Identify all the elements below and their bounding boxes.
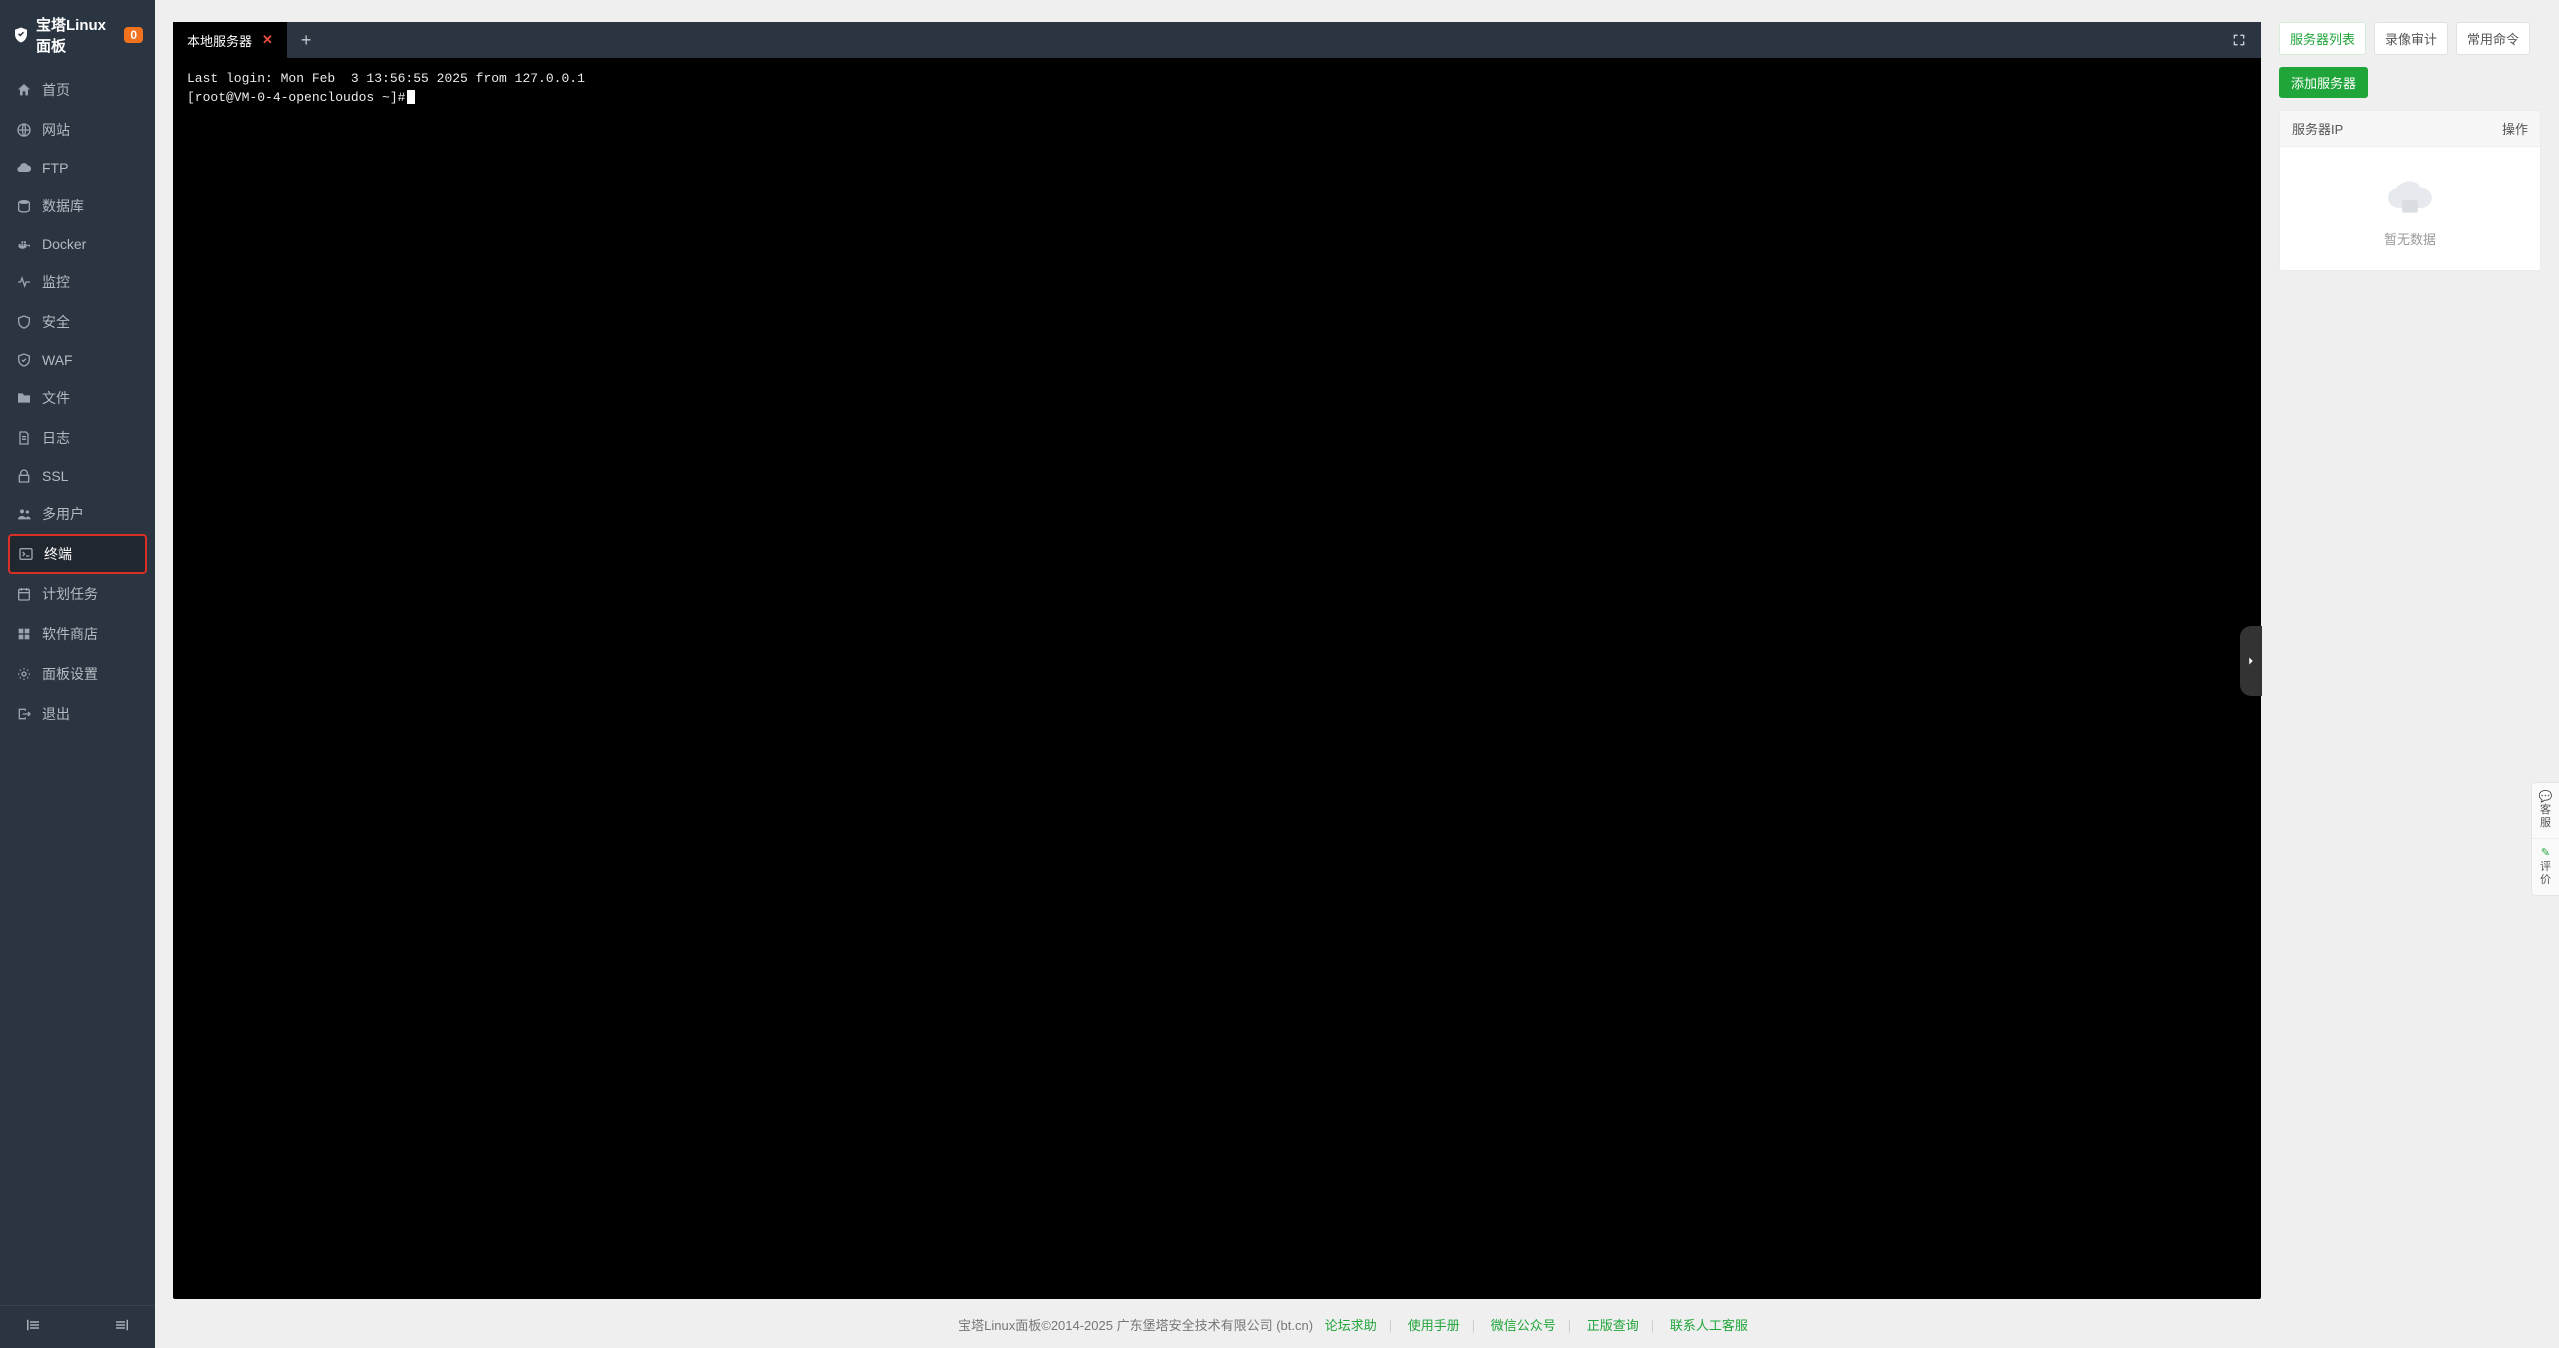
nav-waf[interactable]: WAF [0,342,155,378]
collapse-left-icon[interactable] [24,1316,42,1334]
nav-label: 软件商店 [42,624,98,644]
home-icon [16,82,32,98]
nav-label: 数据库 [42,196,84,216]
main: 本地服务器 ✕ + Last login: Mon Feb 3 13:56:55… [155,0,2559,1348]
sidebar-footer [0,1305,155,1348]
apps-icon [16,626,32,642]
brand-logo-icon [12,26,30,44]
edit-icon: ✎ [2541,847,2550,859]
sidebar: 宝塔Linux面板 0 首页 网站 FTP 数据库 Docker 监控 安全 W… [0,0,155,1348]
copyright: 宝塔Linux面板©2014-2025 广东堡塔安全技术有限公司 (bt.cn) [958,1318,1313,1333]
col-operation: 操作 [2502,119,2528,138]
footer: 宝塔Linux面板©2014-2025 广东堡塔安全技术有限公司 (bt.cn)… [155,1299,2559,1348]
footer-link-support[interactable]: 联系人工客服 [1670,1318,1748,1333]
calendar-icon [16,586,32,602]
monitor-icon [16,274,32,290]
nav-label: 终端 [44,544,72,564]
tab-server-list[interactable]: 服务器列表 [2279,22,2366,55]
add-tab-button[interactable]: + [287,30,326,51]
add-server-button[interactable]: 添加服务器 [2279,67,2368,98]
gear-icon [16,666,32,682]
nav-label: Docker [42,236,86,252]
nav-label: 面板设置 [42,664,98,684]
terminal-icon [18,546,34,562]
shield-check-icon [16,352,32,368]
col-server-ip: 服务器IP [2292,119,2343,138]
footer-link-license[interactable]: 正版查询 [1587,1318,1639,1333]
brand[interactable]: 宝塔Linux面板 0 [0,0,155,70]
nav-logs[interactable]: 日志 [0,418,155,458]
empty-text: 暂无数据 [2290,229,2530,248]
nav-software[interactable]: 软件商店 [0,614,155,654]
tab-common-commands[interactable]: 常用命令 [2456,22,2530,55]
nav-site[interactable]: 网站 [0,110,155,150]
nav-label: WAF [42,352,73,368]
nav-label: 文件 [42,388,70,408]
nav-ftp[interactable]: FTP [0,150,155,186]
nav-label: FTP [42,160,68,176]
nav-home[interactable]: 首页 [0,70,155,110]
footer-link-wechat[interactable]: 微信公众号 [1491,1318,1556,1333]
footer-link-forum[interactable]: 论坛求助 [1325,1318,1377,1333]
close-icon[interactable]: ✕ [262,32,273,48]
terminal-tab-label: 本地服务器 [187,31,252,50]
right-panel: 服务器列表 录像审计 常用命令 添加服务器 服务器IP 操作 暂无数据 [2279,22,2541,1299]
collapse-right-handle[interactable] [2240,626,2262,696]
float-support-button[interactable]: 💬客服 [2532,783,2559,840]
nav-label: 日志 [42,428,70,448]
users-icon [16,506,32,522]
fullscreen-icon[interactable] [2217,32,2261,48]
cloud-icon [16,160,32,176]
float-feedback-button[interactable]: ✎评价 [2532,839,2559,895]
nav-label: 监控 [42,272,70,292]
logout-icon [16,706,32,722]
nav-database[interactable]: 数据库 [0,186,155,226]
terminal-panel: 本地服务器 ✕ + Last login: Mon Feb 3 13:56:55… [173,22,2261,1299]
database-icon [16,198,32,214]
nav-multiuser[interactable]: 多用户 [0,494,155,534]
nav-label: 网站 [42,120,70,140]
folder-icon [16,390,32,406]
terminal-tabs: 本地服务器 ✕ + [173,22,2261,58]
terminal-line-1: Last login: Mon Feb 3 13:56:55 2025 from… [187,71,585,86]
float-tools: 💬客服 ✎评价 [2531,782,2559,896]
shield-icon [16,314,32,330]
nav-label: 多用户 [42,504,84,524]
terminal-line-2: [root@VM-0-4-opencloudos ~]# [187,90,405,105]
nav-label: 首页 [42,80,70,100]
nav-label: 退出 [42,704,70,724]
nav-docker[interactable]: Docker [0,226,155,262]
collapse-right-icon[interactable] [113,1316,131,1334]
brand-badge[interactable]: 0 [124,27,143,43]
right-tabs: 服务器列表 录像审计 常用命令 [2279,22,2541,55]
terminal-tab[interactable]: 本地服务器 ✕ [173,22,287,58]
nav-label: SSL [42,468,68,484]
brand-title: 宝塔Linux面板 [36,14,114,56]
server-list-header: 服务器IP 操作 [2280,111,2540,147]
nav-label: 计划任务 [42,584,98,604]
footer-link-manual[interactable]: 使用手册 [1408,1318,1460,1333]
nav-monitor[interactable]: 监控 [0,262,155,302]
nav: 首页 网站 FTP 数据库 Docker 监控 安全 WAF 文件 日志 SSL… [0,70,155,1305]
nav-files[interactable]: 文件 [0,378,155,418]
server-list-panel: 服务器IP 操作 暂无数据 [2279,110,2541,271]
docker-icon [16,236,32,252]
nav-logout[interactable]: 退出 [0,694,155,734]
terminal-cursor [407,90,415,104]
terminal-body[interactable]: Last login: Mon Feb 3 13:56:55 2025 from… [173,58,2261,1299]
nav-security[interactable]: 安全 [0,302,155,342]
nav-settings[interactable]: 面板设置 [0,654,155,694]
nav-label: 安全 [42,312,70,332]
empty-icon [2385,177,2435,217]
lock-icon [16,468,32,484]
tab-record-audit[interactable]: 录像审计 [2374,22,2448,55]
globe-icon [16,122,32,138]
nav-cron[interactable]: 计划任务 [0,574,155,614]
server-list-empty: 暂无数据 [2280,147,2540,270]
chat-icon: 💬 [2539,791,2553,803]
nav-ssl[interactable]: SSL [0,458,155,494]
document-icon [16,430,32,446]
nav-terminal[interactable]: 终端 [8,534,147,574]
